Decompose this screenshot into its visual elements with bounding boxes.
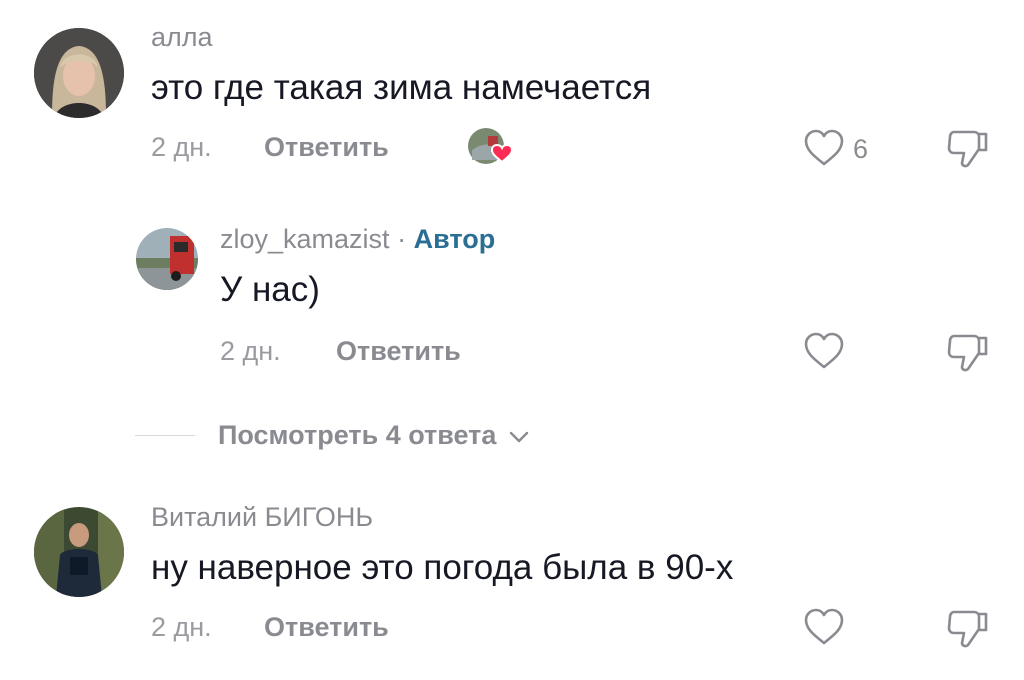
view-replies-label: Посмотреть 4 ответа <box>218 420 497 450</box>
avatar-vitaliy-bigon[interactable] <box>34 507 124 597</box>
comment-text: ну наверное это погода была в 90-х <box>151 548 734 587</box>
reply-button[interactable]: Ответить <box>336 336 461 367</box>
creator-liked-heart-icon <box>466 126 516 168</box>
comment-date: 2 дн. <box>151 612 212 642</box>
thumbs-down-outline-icon[interactable] <box>946 608 990 650</box>
avatar-zloy-kamazist[interactable] <box>136 228 198 290</box>
author-name[interactable]: zloy_kamazist <box>220 224 390 254</box>
separator: · <box>397 224 407 254</box>
comment-text: это где такая зима намечается <box>151 68 652 107</box>
avatar-alla[interactable] <box>34 28 124 118</box>
thumbs-down-outline-icon[interactable] <box>946 332 990 374</box>
author-badge: Автор <box>413 224 496 254</box>
heart-outline-icon[interactable] <box>803 129 845 167</box>
thumbs-down-outline-icon[interactable] <box>946 128 990 170</box>
reply-button[interactable]: Ответить <box>264 132 389 163</box>
comment-author: zloy_kamazist · Автор <box>220 224 495 255</box>
view-replies-button[interactable]: Посмотреть 4 ответа <box>218 420 530 451</box>
heart-outline-icon[interactable] <box>803 332 845 370</box>
reply-button[interactable]: Ответить <box>264 612 389 643</box>
comment-date: 2 дн. <box>220 336 281 366</box>
replies-divider <box>135 435 195 436</box>
heart-outline-icon[interactable] <box>803 608 845 646</box>
comment-author[interactable]: алла <box>151 22 213 53</box>
like-count: 6 <box>853 134 869 164</box>
comment-author[interactable]: Виталий БИГОНЬ <box>151 502 373 533</box>
chevron-down-icon <box>509 431 529 443</box>
comment-text: У нас) <box>220 270 320 309</box>
comment-date: 2 дн. <box>151 132 212 162</box>
